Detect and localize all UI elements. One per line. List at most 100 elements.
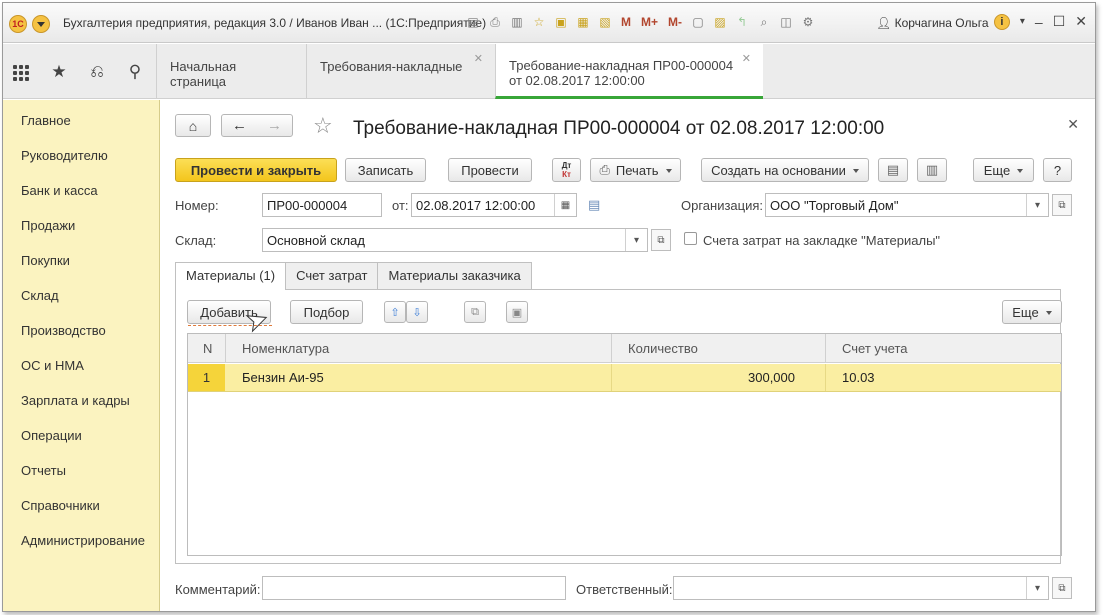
minimize-icon[interactable]: – [1035, 14, 1043, 30]
chevron-down-icon[interactable]: ▾ [1026, 577, 1048, 599]
calendar-icon[interactable]: ▦ [554, 194, 576, 216]
settings-icon[interactable]: ⚙ [800, 14, 816, 30]
copy-button[interactable]: ⧉ [464, 301, 486, 323]
new-doc-icon[interactable]: ▢ [690, 14, 706, 30]
sidebar-item-admin[interactable]: Администрирование [21, 533, 145, 548]
column-header-n[interactable]: N [203, 341, 212, 356]
open-folder-icon[interactable]: ▨ [712, 14, 728, 30]
app-logo-icon[interactable]: 1С [9, 15, 27, 33]
responsible-field[interactable]: ▾ [673, 576, 1049, 600]
tab-expense-account[interactable]: Счет затрат [285, 262, 379, 289]
tab-requisitions[interactable]: Требования-накладные ✕ [306, 44, 495, 99]
close-tab-icon[interactable]: ✕ [474, 52, 483, 65]
warehouse-field[interactable]: Основной склад ▾ [262, 228, 648, 252]
dt-kt-button[interactable]: Дт Кт [552, 158, 581, 182]
report-button[interactable]: ▤ [878, 158, 908, 182]
save-button[interactable]: Записать [345, 158, 426, 182]
column-divider [825, 334, 826, 363]
maximize-icon[interactable]: ☐ [1053, 13, 1066, 30]
close-form-icon[interactable]: ✕ [1067, 116, 1079, 133]
row-quantity[interactable]: 300,000 [748, 370, 795, 385]
search-icon[interactable]: ⚲ [125, 62, 145, 82]
row-account[interactable]: 10.03 [842, 370, 875, 385]
sidebar-item-payroll[interactable]: Зарплата и кадры [21, 393, 130, 408]
open-warehouse-icon[interactable]: ⧉ [651, 229, 671, 251]
date-field[interactable]: 02.08.2017 12:00:00 ▦ [411, 193, 577, 217]
structure-button[interactable]: ▥ [917, 158, 947, 182]
sidebar-item-purchases[interactable]: Покупки [21, 253, 70, 268]
forward-arrow-icon[interactable]: → [267, 117, 282, 134]
post-button[interactable]: Провести [448, 158, 532, 182]
pick-button[interactable]: Подбор [290, 300, 363, 324]
tab-customer-materials[interactable]: Материалы заказчика [377, 262, 532, 289]
expense-accounts-checkbox[interactable] [684, 232, 697, 245]
chevron-down-icon[interactable]: ▾ [1026, 194, 1048, 216]
favorite-star-icon[interactable]: ☆ [313, 113, 333, 139]
print-button[interactable]: ⎙ Печать [590, 158, 681, 182]
memory-m-icon[interactable]: M [619, 14, 633, 30]
sidebar-item-assets[interactable]: ОС и НМА [21, 358, 84, 373]
tab-document[interactable]: Требование-накладная ПР00-000004 от 02.0… [495, 44, 763, 99]
move-down-button[interactable]: ⇩ [406, 301, 428, 323]
sidebar-item-sales[interactable]: Продажи [21, 218, 75, 233]
close-tab-icon[interactable]: ✕ [742, 52, 751, 67]
sidebar-item-production[interactable]: Производство [21, 323, 106, 338]
sidebar-item-references[interactable]: Справочники [21, 498, 100, 513]
number-label: Номер: [175, 198, 219, 213]
tab-label-line2: от 02.08.2017 12:00:00 [509, 73, 645, 88]
memory-plus-icon[interactable]: M+ [639, 14, 660, 30]
sidebar-item-operations[interactable]: Операции [21, 428, 82, 443]
row-item[interactable]: Бензин Аи-95 [242, 370, 324, 385]
open-responsible-icon[interactable]: ⧉ [1052, 577, 1072, 599]
chevron-down-icon [1017, 168, 1024, 176]
tab-materials[interactable]: Материалы (1) [175, 262, 287, 290]
sidebar-item-main[interactable]: Главное [21, 113, 71, 128]
create-based-label: Создать на основании [711, 162, 846, 178]
more-button[interactable]: Еще [973, 158, 1034, 182]
main-menu-icon[interactable] [32, 15, 50, 33]
column-header-account[interactable]: Счет учета [842, 341, 908, 356]
column-header-qty[interactable]: Количество [628, 341, 698, 356]
back-icon[interactable]: ↰ [734, 14, 750, 30]
window-layout-icon[interactable]: ◫ [778, 14, 794, 30]
print-icon[interactable]: ⎙ [487, 14, 503, 30]
user-name[interactable]: 👤︎ Корчагина Ольга [876, 16, 989, 30]
title-bar: 1С Бухгалтерия предприятия, редакция 3.0… [3, 3, 1095, 43]
sidebar-item-manager[interactable]: Руководителю [21, 148, 108, 163]
comment-field[interactable] [262, 576, 566, 600]
home-button[interactable]: ⌂ [175, 114, 211, 137]
back-arrow-icon[interactable]: ← [232, 117, 247, 134]
open-organization-icon[interactable]: ⧉ [1052, 194, 1072, 216]
sidebar-item-bank[interactable]: Банк и касса [21, 183, 98, 198]
paste-button[interactable]: ▣ [506, 301, 528, 323]
preview-icon[interactable]: ▥ [509, 14, 525, 30]
star-icon[interactable]: ★ [49, 62, 69, 82]
table-more-button[interactable]: Еще [1002, 300, 1062, 324]
create-based-on-button[interactable]: Создать на основании [701, 158, 869, 182]
close-window-icon[interactable]: ✕ [1075, 13, 1087, 30]
number-field[interactable]: ПР00-000004 [262, 193, 382, 217]
sidebar-item-warehouse[interactable]: Склад [21, 288, 59, 303]
document-list-icon[interactable]: ▤ [588, 197, 600, 213]
bookmark-icon[interactable]: ▣ [553, 14, 569, 30]
help-button[interactable]: ? [1043, 158, 1072, 182]
save-icon[interactable]: ▤ [465, 14, 481, 30]
calendar-icon[interactable]: ▧ [597, 14, 613, 30]
dropdown-icon[interactable]: ▾ [1020, 16, 1025, 27]
info-icon[interactable]: i [993, 13, 1010, 30]
all-functions-icon[interactable] [13, 63, 31, 81]
table-row[interactable]: 1 Бензин Аи-95 300,000 10.03 [188, 364, 1061, 392]
sidebar-item-reports[interactable]: Отчеты [21, 463, 66, 478]
organization-field[interactable]: ООО "Торговый Дом" ▾ [765, 193, 1049, 217]
history-icon[interactable]: ⎌ [87, 62, 107, 82]
post-and-close-button[interactable]: Провести и закрыть [175, 158, 337, 182]
favorites-icon[interactable]: ☆ [531, 14, 547, 30]
search-icon[interactable]: ⌕ [756, 14, 772, 30]
tab-home[interactable]: Начальная страница [156, 44, 306, 99]
column-header-item[interactable]: Номенклатура [242, 341, 329, 356]
calculator-icon[interactable]: ▦ [575, 14, 591, 30]
memory-minus-icon[interactable]: M- [666, 14, 684, 30]
move-up-button[interactable]: ⇧ [384, 301, 406, 323]
tab-label: Требования-накладные [320, 59, 463, 74]
chevron-down-icon[interactable]: ▾ [625, 229, 647, 251]
